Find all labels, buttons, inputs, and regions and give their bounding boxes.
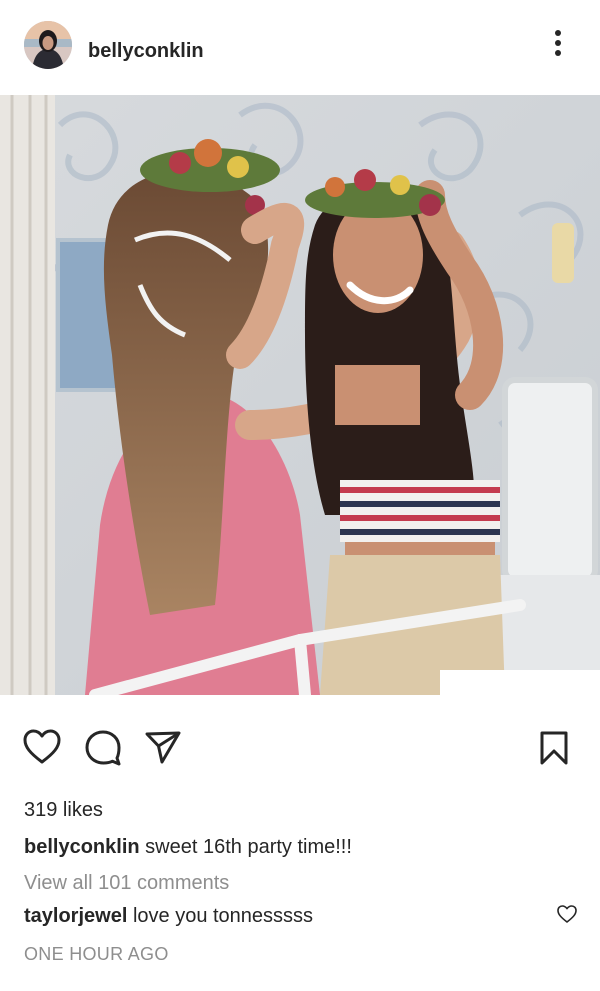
caption-text: sweet 16th party time!!! [145,836,352,858]
comment-heart-icon[interactable] [556,903,578,925]
bookmark-icon[interactable] [534,725,574,769]
post-image[interactable] [0,95,600,695]
post-header: bellyconklin [0,0,600,95]
caption-username[interactable]: bellyconklin [24,836,140,858]
post-caption: bellyconklin sweet 16th party time!!! [24,834,352,860]
post-timestamp: ONE HOUR AGO [24,944,169,964]
comment-username[interactable]: taylorjewel [24,905,127,927]
send-icon[interactable] [143,725,183,769]
comment-item: taylorjewel love you tonnesssss [24,903,313,929]
heart-icon[interactable] [22,725,62,769]
post-actions [0,725,600,769]
post-username[interactable]: bellyconklin [88,38,204,64]
likes-count[interactable]: 319 likes [24,797,103,823]
view-all-comments-link[interactable]: View all 101 comments [24,870,229,896]
comment-text: love you tonnesssss [132,905,314,927]
comment-icon[interactable] [83,725,123,769]
more-options-icon[interactable] [546,30,570,62]
avatar[interactable] [24,21,72,69]
